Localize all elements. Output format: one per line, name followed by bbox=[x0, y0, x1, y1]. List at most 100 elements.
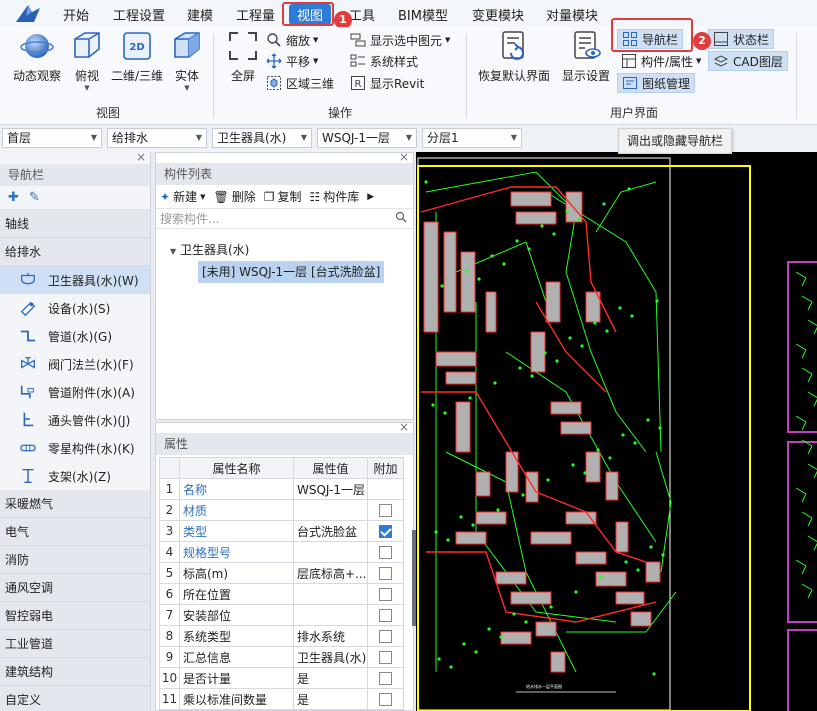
nav-item-4[interactable]: 管道附件(水)(A) bbox=[0, 378, 150, 406]
tree-leaf-component[interactable]: [未用] WSQJ-1一层 [台式洗脸盆] bbox=[198, 261, 385, 283]
nav-item-3[interactable]: 阀门法兰(水)(F) bbox=[0, 350, 150, 378]
orbit-button[interactable]: 动态观察 bbox=[10, 29, 64, 97]
solid-button[interactable]: 实体 ▼ bbox=[160, 29, 214, 97]
nav-section-bottom-6[interactable]: 建筑结构 bbox=[0, 658, 150, 686]
new-button[interactable]: ✦ 新建 ▼ bbox=[160, 188, 205, 205]
nav-item-1[interactable]: 设备(水)(S) bbox=[0, 294, 150, 322]
cad-drawing[interactable]: 给水排水一层平面图 bbox=[416, 152, 817, 711]
property-row[interactable]: 1 名称 WSQJ-1一层 bbox=[159, 478, 404, 500]
menu-reconcile-module[interactable]: 对量模块 bbox=[546, 5, 598, 24]
property-value[interactable]: 层底标高+... bbox=[293, 562, 368, 584]
property-value[interactable]: 台式洗脸盆 bbox=[293, 520, 368, 542]
drawing-mgmt-button[interactable]: 图纸管理 bbox=[617, 73, 696, 93]
menu-change-module[interactable]: 变更模块 bbox=[472, 5, 524, 24]
property-row[interactable]: 2 材质 bbox=[159, 499, 404, 521]
extra-checkbox[interactable] bbox=[379, 504, 392, 517]
sublayer-select[interactable]: 分层1 ▼ bbox=[422, 128, 522, 148]
property-row[interactable]: 3 类型 台式洗脸盆 bbox=[159, 520, 404, 542]
property-value[interactable] bbox=[293, 541, 368, 563]
property-row[interactable]: 9 汇总信息 卫生器具(水) bbox=[159, 646, 404, 668]
copy-button[interactable]: ❐ 复制 bbox=[264, 188, 302, 205]
component-props-icon bbox=[622, 54, 636, 68]
display-settings-button[interactable]: 显示设置 bbox=[558, 29, 614, 97]
nav-section-bottom-5[interactable]: 工业管道 bbox=[0, 630, 150, 658]
toggle-2d-3d-button[interactable]: 2D 二维/三维 bbox=[110, 29, 164, 97]
close-icon[interactable]: × bbox=[399, 150, 409, 164]
component-type-select[interactable]: 卫生器具(水) ▼ bbox=[212, 128, 312, 148]
nav-section-bottom-1[interactable]: 电气 bbox=[0, 518, 150, 546]
close-icon[interactable]: × bbox=[136, 150, 146, 164]
status-bar-button[interactable]: 状态栏 bbox=[708, 29, 775, 49]
system-style-button[interactable]: 系统样式 bbox=[350, 51, 418, 71]
delete-button[interactable]: 🗑 删除 bbox=[213, 188, 255, 205]
restore-default-button[interactable]: 恢复默认界面 bbox=[476, 29, 552, 97]
extra-checkbox[interactable] bbox=[379, 609, 392, 622]
extra-checkbox[interactable] bbox=[379, 546, 392, 559]
extra-checkbox[interactable] bbox=[379, 651, 392, 664]
floor-select[interactable]: 首层 ▼ bbox=[2, 128, 102, 148]
show-revit-button[interactable]: R 显示Revit bbox=[350, 73, 424, 93]
property-row[interactable]: 4 规格型号 bbox=[159, 541, 404, 563]
property-value[interactable]: 是 bbox=[293, 688, 368, 710]
more-icon[interactable]: ▶ bbox=[367, 192, 374, 202]
nav-section-bottom-4[interactable]: 智控弱电 bbox=[0, 602, 150, 630]
zoom-button[interactable]: 缩放 ▼ bbox=[266, 30, 318, 50]
add-icon[interactable]: ✚ bbox=[8, 190, 19, 205]
menu-quantities[interactable]: 工程量 bbox=[236, 5, 275, 24]
property-row[interactable]: 6 所在位置 bbox=[159, 583, 404, 605]
cad-room-block bbox=[645, 561, 661, 583]
extra-checkbox[interactable] bbox=[379, 567, 392, 580]
component-props-button[interactable]: 构件/属性 ▼ bbox=[621, 51, 701, 71]
component-search-input[interactable]: 搜索构件... bbox=[156, 209, 413, 229]
nav-item-5[interactable]: 通头管件(水)(J) bbox=[0, 406, 150, 434]
cad-drawing-canvas[interactable]: 给水排水一层平面图 bbox=[416, 152, 817, 711]
extra-checkbox[interactable] bbox=[379, 672, 392, 685]
menu-bim-model[interactable]: BIM模型 bbox=[398, 5, 448, 24]
nav-section-bottom-0[interactable]: 采暖燃气 bbox=[0, 490, 150, 518]
cad-detail-line bbox=[807, 391, 817, 407]
property-value[interactable]: WSQJ-1一层 bbox=[293, 478, 368, 500]
nav-item-0[interactable]: 卫生器具(水)(W) bbox=[0, 266, 150, 294]
property-value[interactable]: 是 bbox=[293, 667, 368, 689]
property-value[interactable] bbox=[293, 583, 368, 605]
property-value[interactable] bbox=[293, 604, 368, 626]
nav-section-bottom-3[interactable]: 通风空调 bbox=[0, 574, 150, 602]
component-select[interactable]: WSQJ-1一层 ▼ bbox=[317, 128, 417, 148]
extra-checkbox[interactable] bbox=[379, 630, 392, 643]
nav-item-6[interactable]: 零星构件(水)(K) bbox=[0, 434, 150, 462]
property-row[interactable]: 7 安装部位 bbox=[159, 604, 404, 626]
extra-checkbox[interactable] bbox=[379, 588, 392, 601]
show-selected-button[interactable]: 显示选中图元 ▼ bbox=[350, 30, 450, 50]
nav-section-0[interactable]: 轴线 bbox=[0, 210, 150, 238]
library-button[interactable]: ☷ 构件库 bbox=[310, 188, 360, 205]
property-row[interactable]: 11 乘以标准间数量是 bbox=[159, 688, 404, 710]
property-row[interactable]: 5 标高(m) 层底标高+... bbox=[159, 562, 404, 584]
close-icon[interactable]: × bbox=[399, 420, 409, 434]
edit-icon[interactable]: ✎ bbox=[29, 190, 40, 205]
extra-checkbox[interactable] bbox=[379, 693, 392, 706]
menu-project-settings[interactable]: 工程设置 bbox=[113, 5, 165, 24]
property-value[interactable]: 卫生器具(水) bbox=[293, 646, 368, 668]
property-row[interactable]: 10 是否计量是 bbox=[159, 667, 404, 689]
nav-item-7[interactable]: 支架(水)(Z) bbox=[0, 462, 150, 490]
property-row[interactable]: 8 系统类型 排水系统 bbox=[159, 625, 404, 647]
menu-tools[interactable]: 工具 bbox=[349, 5, 375, 24]
fullscreen-button[interactable]: 全屏 bbox=[216, 29, 270, 97]
pan-button[interactable]: 平移 ▼ bbox=[266, 51, 318, 71]
nav-section-1[interactable]: 给排水 bbox=[0, 238, 150, 266]
property-value[interactable]: 排水系统 bbox=[293, 625, 368, 647]
area-3d-button[interactable]: 区域三维 bbox=[266, 73, 334, 93]
nav-item-2[interactable]: 管道(水)(G) bbox=[0, 322, 150, 350]
nav-section-bottom-2[interactable]: 消防 bbox=[0, 546, 150, 574]
tree-collapse-icon[interactable]: ▼ bbox=[170, 247, 176, 256]
cad-layer-button[interactable]: CAD图层 bbox=[708, 51, 788, 71]
nav-section-bottom-7[interactable]: 自定义 bbox=[0, 686, 150, 711]
search-icon[interactable] bbox=[395, 211, 407, 223]
discipline-select[interactable]: 给排水 ▼ bbox=[107, 128, 207, 148]
property-value[interactable] bbox=[293, 499, 368, 521]
menu-start[interactable]: 开始 bbox=[63, 5, 89, 24]
tree-node-sanitary[interactable]: ▼ 卫生器具(水) bbox=[170, 241, 249, 258]
extra-checkbox[interactable] bbox=[379, 525, 392, 538]
top-view-button[interactable]: 俯视 ▼ bbox=[60, 29, 114, 97]
menu-modeling[interactable]: 建模 bbox=[187, 5, 213, 24]
